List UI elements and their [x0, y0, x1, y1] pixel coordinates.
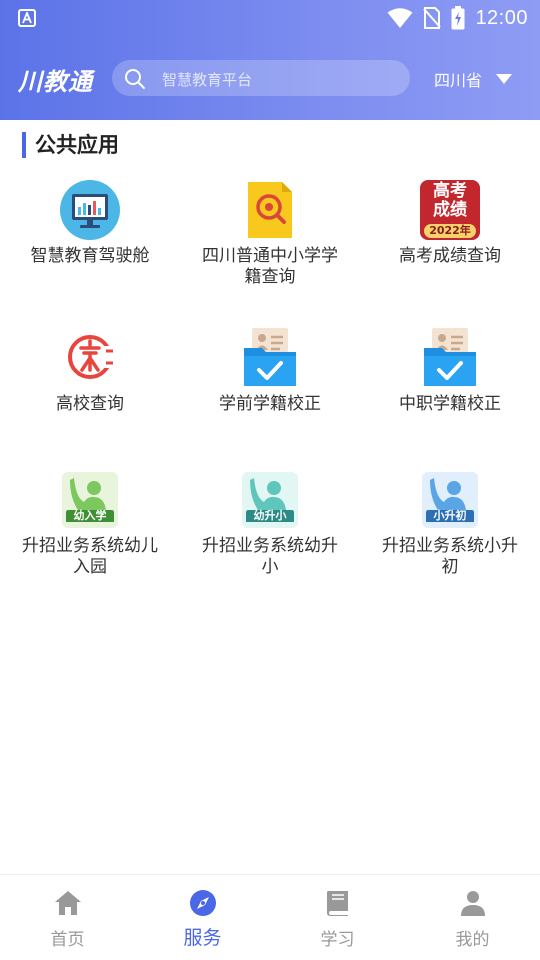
folder-id-check-icon — [240, 328, 300, 388]
region-label: 四川省 — [434, 71, 483, 90]
app-label: 升招业务系统幼升小 — [202, 536, 338, 577]
nav-home[interactable]: 首页 — [0, 889, 135, 950]
app-label: 智慧教育驾驶舱 — [30, 246, 150, 266]
app-label: 升招业务系统幼儿入园 — [22, 536, 158, 577]
app-student-status-query[interactable]: 四川普通中小学学籍查询 — [185, 180, 355, 288]
nav-learning[interactable]: 学习 — [270, 889, 405, 950]
compass-icon — [189, 890, 216, 916]
no-sim-icon — [423, 7, 442, 29]
search-placeholder: 智慧教育平台 — [162, 71, 253, 89]
home-icon — [54, 891, 81, 915]
app-kindergarten-to-primary[interactable]: 幼升小 升招业务系统幼升小 — [185, 470, 355, 578]
app-label: 升招业务系统小升初 — [382, 536, 518, 577]
status-bar: 12:00 — [0, 0, 540, 38]
app-smart-education-cockpit[interactable]: 智慧教育驾驶舱 — [5, 180, 175, 267]
battery-charging-icon — [451, 6, 465, 30]
student-hand-raise-icon: 小升初 — [420, 470, 480, 530]
student-hand-raise-icon: 幼入学 — [60, 470, 120, 530]
bottom-navigation: 首页 服务 学习 我的 — [0, 874, 540, 960]
search-document-icon — [240, 180, 300, 240]
app-notification-icon — [18, 9, 36, 27]
nav-services[interactable]: 服务 — [135, 889, 270, 950]
chevron-down-icon — [496, 74, 513, 84]
app-gaokao-score-query[interactable]: 高考 成绩 2022年 高考成绩查询 — [365, 180, 535, 267]
app-label: 高考成绩查询 — [399, 246, 501, 266]
search-input[interactable]: 智慧教育平台 — [112, 60, 410, 96]
person-icon — [460, 891, 485, 916]
clock: 12:00 — [475, 6, 528, 29]
app-label: 中职学籍校正 — [399, 394, 501, 414]
student-hand-raise-icon: 幼升小 — [240, 470, 300, 530]
university-logo-icon — [60, 328, 120, 388]
app-university-query[interactable]: 高校查询 — [5, 328, 175, 415]
app-preschool-status-correction[interactable]: 学前学籍校正 — [185, 328, 355, 415]
top-bar: 川教通 智慧教育平台 四川省 — [0, 58, 540, 98]
search-icon — [125, 69, 145, 89]
app-primary-to-junior-high[interactable]: 小升初 升招业务系统小升初 — [365, 470, 535, 578]
folder-id-check-icon — [420, 328, 480, 388]
app-label: 高校查询 — [56, 394, 124, 414]
app-kindergarten-enrollment[interactable]: 幼入学 升招业务系统幼儿入园 — [5, 470, 175, 578]
wifi-icon — [387, 8, 413, 28]
gaokao-score-icon: 高考 成绩 2022年 — [420, 180, 480, 240]
nav-profile[interactable]: 我的 — [405, 889, 540, 950]
region-selector[interactable]: 四川省 — [434, 67, 513, 91]
app-label: 学前学籍校正 — [219, 394, 321, 414]
book-icon — [326, 891, 348, 916]
section-title: 公共应用 — [22, 132, 119, 158]
app-logo: 川教通 — [18, 67, 93, 96]
app-label: 四川普通中小学学籍查询 — [202, 246, 338, 287]
app-vocational-status-correction[interactable]: 中职学籍校正 — [365, 328, 535, 415]
dashboard-monitor-icon — [60, 180, 120, 240]
header: 12:00 川教通 智慧教育平台 四川省 — [0, 0, 540, 120]
